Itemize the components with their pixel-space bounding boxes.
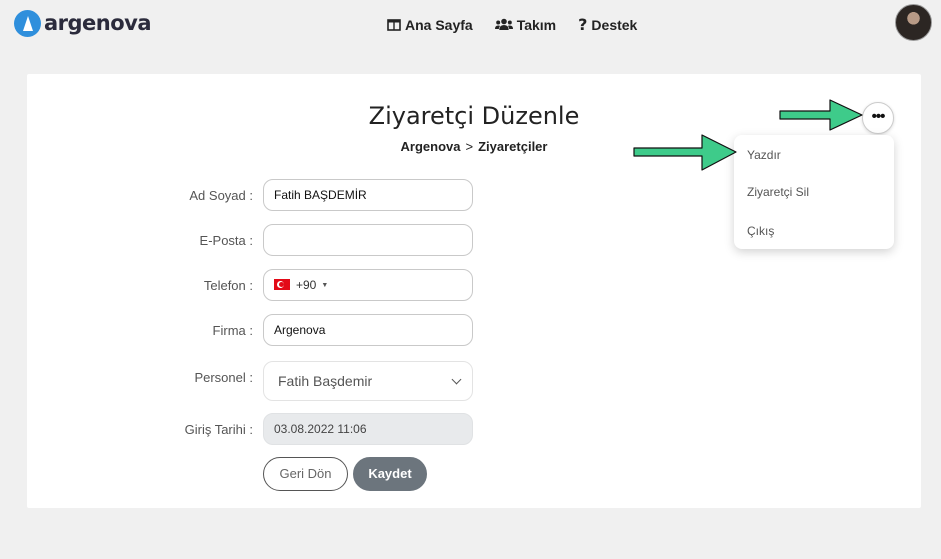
- name-label: Ad Soyad :: [189, 188, 253, 203]
- annotation-arrow-icon: [779, 99, 863, 131]
- back-button[interactable]: Geri Dön: [263, 457, 348, 491]
- email-input[interactable]: [263, 224, 473, 256]
- caret-down-icon: ▼: [321, 281, 329, 289]
- menu-item-exit[interactable]: Çıkış: [747, 224, 774, 238]
- menu-item-delete-visitor[interactable]: Ziyaretçi Sil: [747, 185, 809, 199]
- ellipsis-icon: •••: [871, 108, 886, 125]
- email-label: E-Posta :: [199, 233, 253, 248]
- chevron-down-icon: [451, 374, 462, 385]
- name-row: Ad Soyad : Fatih BAŞDEMİR: [27, 179, 477, 213]
- company-input[interactable]: Argenova: [263, 314, 473, 346]
- more-options-button[interactable]: •••: [862, 102, 894, 134]
- nav-support-label: Destek: [591, 16, 638, 33]
- menu-item-print[interactable]: Yazdır: [747, 148, 781, 162]
- phone-input[interactable]: +90 ▼: [263, 269, 473, 301]
- top-navbar: argenova Ana Sayfa Takım ? Destek: [0, 0, 941, 50]
- question-icon: ?: [578, 15, 588, 34]
- user-avatar[interactable]: [895, 4, 932, 41]
- turkey-flag-icon: [274, 279, 290, 291]
- name-input[interactable]: Fatih BAŞDEMİR: [263, 179, 473, 211]
- nav-home-label: Ana Sayfa: [405, 16, 473, 33]
- entry-date-label: Giriş Tarihi :: [184, 422, 253, 437]
- brand-name: argenova: [44, 11, 152, 35]
- entry-date-input: 03.08.2022 11:06: [263, 413, 473, 445]
- save-button[interactable]: Kaydet: [353, 457, 427, 491]
- breadcrumb-separator: >: [465, 139, 474, 154]
- entry-date-row: Giriş Tarihi : 03.08.2022 11:06: [27, 413, 477, 447]
- company-row: Firma : Argenova: [27, 314, 477, 348]
- nav-team-label: Takım: [516, 16, 557, 33]
- personnel-selected-value: Fatih Başdemir: [278, 373, 373, 389]
- phone-label: Telefon :: [203, 278, 253, 293]
- annotation-arrow-icon: [633, 134, 737, 171]
- dial-code: +90: [296, 278, 317, 292]
- breadcrumb-current[interactable]: Ziyaretçiler: [478, 139, 547, 154]
- logo-icon: [14, 9, 41, 37]
- company-label: Firma :: [212, 323, 253, 338]
- nav-home[interactable]: Ana Sayfa: [387, 17, 473, 33]
- options-dropdown-menu: Yazdır Ziyaretçi Sil Çıkış: [734, 135, 894, 249]
- personnel-label: Personel :: [194, 370, 253, 385]
- phone-row: Telefon : +90 ▼: [27, 269, 477, 303]
- breadcrumb-root[interactable]: Argenova: [401, 139, 461, 154]
- main-nav: Ana Sayfa Takım ? Destek: [387, 15, 659, 34]
- columns-icon: [387, 18, 401, 31]
- personnel-row: Personel : Fatih Başdemir: [27, 361, 477, 401]
- nav-team[interactable]: Takım: [494, 16, 557, 33]
- email-row: E-Posta :: [27, 224, 477, 258]
- personnel-select[interactable]: Fatih Başdemir: [263, 361, 473, 401]
- users-icon: [494, 18, 513, 30]
- brand-logo[interactable]: argenova: [14, 8, 152, 38]
- country-selector[interactable]: +90 ▼: [274, 278, 328, 292]
- nav-support[interactable]: ? Destek: [578, 15, 637, 34]
